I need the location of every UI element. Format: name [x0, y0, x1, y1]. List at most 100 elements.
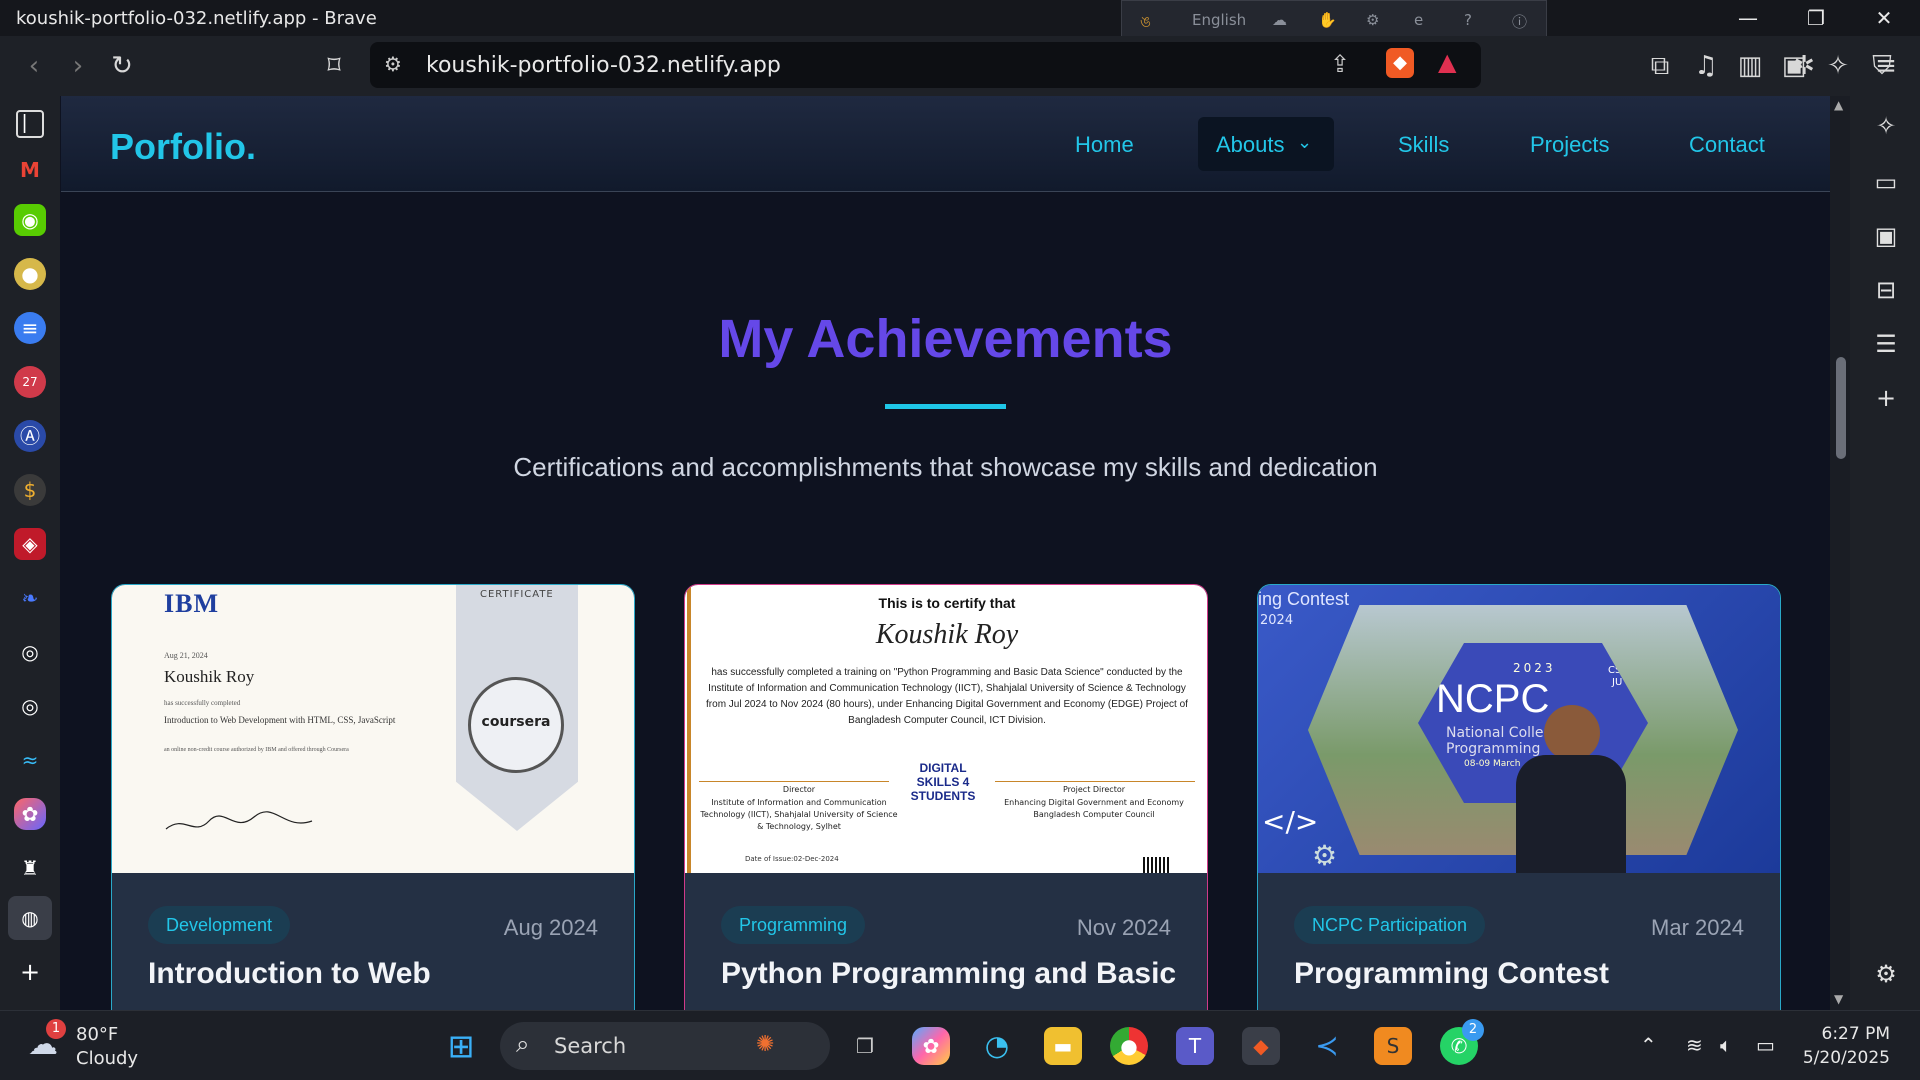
system-clock[interactable]: 6:27 PM 5/20/2025 — [1790, 1022, 1890, 1070]
calendar-icon[interactable]: 27 — [14, 366, 46, 398]
achievement-card-3[interactable]: ing Contest 2024 2023 NCPC CSE JU Nation… — [1257, 584, 1781, 1010]
copilot-taskbar-icon[interactable]: ✿ — [912, 1027, 950, 1065]
qr-code-image — [1143, 857, 1171, 873]
app-icon-5[interactable]: ◈ — [14, 528, 46, 560]
card-tag: NCPC Participation — [1294, 906, 1486, 944]
help-icon[interactable]: ? — [1464, 11, 1472, 29]
card-tag: Programming — [721, 906, 866, 944]
teams-icon[interactable]: T — [1176, 1027, 1214, 1065]
app-icon-1[interactable]: ● — [14, 258, 46, 290]
gear-decor-icon: ⚙ — [1312, 839, 1338, 872]
music-icon[interactable]: ♫ — [1690, 50, 1722, 82]
nav-abouts[interactable]: Abouts — [1216, 132, 1285, 158]
site-settings-icon[interactable]: ⚙ — [384, 52, 402, 76]
leo-icon[interactable]: ✧ — [1870, 110, 1902, 142]
address-bar[interactable]: ⚙ koushik-portfolio-032.netlify.app ⇪ ◆ … — [370, 42, 1481, 88]
search-label: Search — [554, 1034, 627, 1058]
add-icon[interactable]: + — [1870, 382, 1902, 414]
ime-logo-icon[interactable]: ঙ — [1140, 11, 1151, 36]
achievement-card-1[interactable]: IBM CERTIFICATE coursera Aug 21, 2024 Ko… — [111, 584, 635, 1010]
menu-icon[interactable]: ≡ — [1870, 50, 1902, 82]
file-explorer-icon[interactable]: ▬ — [1044, 1027, 1082, 1065]
gmail-icon[interactable]: M — [14, 154, 46, 186]
info-icon[interactable]: ⓘ — [1512, 11, 1527, 32]
close-button[interactable]: ✕ — [1856, 2, 1912, 34]
restore-button[interactable]: ❐ — [1788, 2, 1844, 34]
search-icon: ⌕ — [516, 1030, 530, 1058]
site-brand[interactable]: Porfolio. — [110, 126, 256, 168]
settings-icon[interactable]: ⚙ — [1870, 958, 1902, 990]
nav-contact[interactable]: Contact — [1689, 132, 1765, 158]
card-title[interactable]: Introduction to Web — [148, 957, 431, 991]
duolingo-icon[interactable]: ◉ — [14, 204, 46, 236]
wallet-panel-icon[interactable]: ▣ — [1870, 220, 1902, 252]
ibm-logo: IBM — [164, 589, 219, 618]
app-icon-2[interactable]: ≡ — [14, 312, 46, 344]
wifi-icon[interactable]: ≋ — [1686, 1033, 1703, 1057]
task-view-icon[interactable]: ❐ — [846, 1027, 884, 1065]
puzzle-extensions-icon[interactable]: ⧉ — [1644, 50, 1676, 82]
scroll-thumb[interactable] — [1836, 357, 1846, 459]
volume-icon[interactable]: 🔈︎ — [1720, 1033, 1732, 1057]
cert-body: has successfully completed a training on… — [706, 667, 1188, 726]
heading-underline — [885, 404, 1006, 409]
brave-rewards-icon[interactable]: ▲ — [1438, 48, 1456, 76]
chevron-down-icon[interactable]: ⌄ — [1297, 132, 1312, 153]
ime-language[interactable]: English — [1192, 11, 1246, 29]
media-icon[interactable]: ▭ — [1870, 166, 1902, 198]
wallet-icon[interactable]: ▣ — [1778, 50, 1810, 82]
reading-list-icon[interactable]: ☰ — [1870, 328, 1902, 360]
app-icon-6[interactable]: ❧ — [14, 582, 46, 614]
sidebar-toggle-icon[interactable]: ▥ — [1734, 50, 1766, 82]
cert-note: an online non-credit course authorized b… — [164, 747, 349, 753]
card-title[interactable]: Python Programming and Basic — [721, 957, 1176, 991]
back-button[interactable]: ‹ — [18, 50, 50, 82]
scroll-down-icon[interactable]: ▼ — [1834, 992, 1843, 1006]
achievement-card-2[interactable]: This is to certify that Koushik Roy has … — [684, 584, 1208, 1010]
edge-icon[interactable]: ◔ — [978, 1027, 1016, 1065]
ie-icon[interactable]: e — [1414, 11, 1423, 29]
github-icon[interactable]: ◎ — [14, 636, 46, 668]
hand-icon[interactable]: ✋ — [1318, 11, 1337, 29]
bookmarks-panel-icon[interactable]: ⊟ — [1870, 274, 1902, 306]
gear-icon[interactable]: ⚙ — [1366, 11, 1379, 29]
chrome-icon[interactable]: ● — [1110, 1027, 1148, 1065]
sign-ju: JU — [1612, 677, 1623, 688]
tray-chevron-icon[interactable]: ⌃ — [1640, 1033, 1657, 1057]
vscode-icon[interactable]: ≺ — [1308, 1027, 1346, 1065]
weather-widget[interactable]: 80°F Cloudy — [76, 1023, 138, 1071]
minimize-button[interactable]: — — [1720, 2, 1776, 34]
share-icon[interactable]: ⇪ — [1330, 50, 1350, 78]
reload-button[interactable]: ↻ — [106, 50, 138, 82]
globe-icon[interactable]: ◍ — [8, 896, 52, 940]
brave-shields-icon[interactable]: ◆ — [1386, 48, 1414, 78]
github-icon-2[interactable]: ◎ — [14, 690, 46, 722]
leo-ai-icon[interactable]: ✧ — [1822, 50, 1854, 82]
tailwind-icon[interactable]: ≈ — [14, 744, 46, 776]
copilot-icon[interactable]: ✿ — [14, 798, 46, 830]
page-scrollbar[interactable]: ▲ ▼ — [1830, 96, 1850, 1010]
cloud-icon[interactable]: ☁ — [1272, 11, 1287, 29]
brave-taskbar-icon[interactable]: ◆ — [1242, 1027, 1280, 1065]
sublime-icon[interactable]: S — [1374, 1027, 1412, 1065]
app-icon-4[interactable]: $ — [14, 474, 46, 506]
add-panel-icon[interactable]: + — [14, 956, 46, 988]
app-icon-3[interactable]: Ⓐ — [14, 420, 46, 452]
sig-left-title: Director — [782, 785, 816, 794]
scroll-up-icon[interactable]: ▲ — [1834, 98, 1843, 112]
sidebar-panel-icon[interactable]: ▏ — [16, 110, 44, 138]
card-title[interactable]: Programming Contest — [1294, 957, 1609, 991]
nav-skills[interactable]: Skills — [1398, 132, 1449, 158]
nav-projects[interactable]: Projects — [1530, 132, 1609, 158]
banner-top-text: ing Contest — [1258, 589, 1350, 609]
bookmark-icon[interactable]: ⌑ — [318, 50, 350, 82]
nav-home[interactable]: Home — [1075, 132, 1134, 158]
taskbar-search[interactable]: ⌕ Search ✺ — [500, 1022, 830, 1070]
cert-line1: This is to certify that — [878, 595, 1016, 611]
url-text[interactable]: koushik-portfolio-032.netlify.app — [426, 53, 781, 78]
signature-line-left — [699, 781, 889, 782]
battery-icon[interactable]: ▭ — [1756, 1033, 1775, 1057]
windows-start-icon[interactable]: ⊞ — [442, 1027, 480, 1065]
forward-button[interactable]: › — [62, 50, 94, 82]
app-icon-7[interactable]: ♜ — [14, 852, 46, 884]
